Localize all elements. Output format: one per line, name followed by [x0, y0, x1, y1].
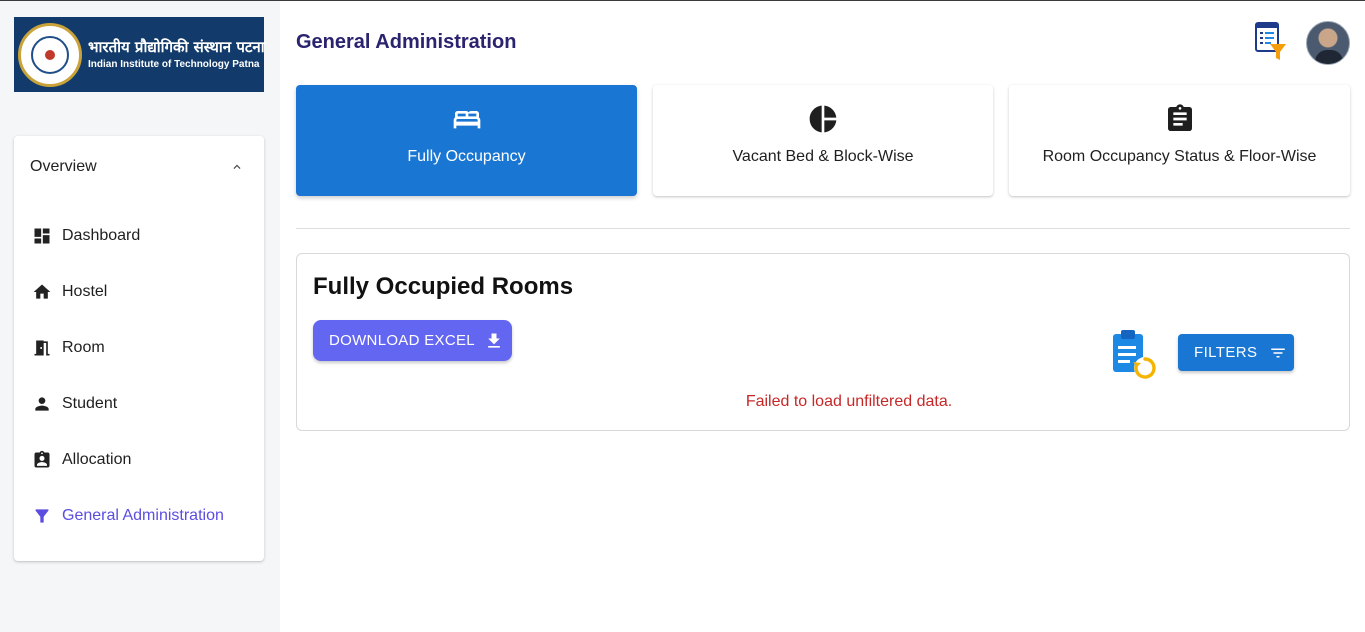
institute-name-hindi: भारतीय प्रौद्योगिकी संस्थान पटना [88, 37, 265, 56]
download-excel-label: DOWNLOAD EXCEL [329, 332, 475, 349]
sidebar-item-label: General Administration [62, 507, 224, 524]
download-excel-button[interactable]: DOWNLOAD EXCEL [313, 320, 512, 361]
sidebar-item-label: Hostel [62, 283, 108, 300]
person-icon [32, 394, 52, 414]
sidebar-item-general-administration[interactable]: General Administration [14, 496, 264, 536]
page-title: General Administration [296, 31, 517, 53]
institute-logo[interactable]: भारतीय प्रौद्योगिकी संस्थान पटना Indian … [14, 17, 265, 92]
tab-fully-occupancy[interactable]: Fully Occupancy [296, 85, 637, 196]
chevron-up-icon[interactable] [230, 160, 244, 174]
clipboard-icon [1167, 104, 1192, 131]
sidebar-item-label: Room [62, 339, 105, 356]
tab-label: Fully Occupancy [407, 148, 526, 165]
fully-occupied-rooms-panel: Fully Occupied Rooms DOWNLOAD EXCEL FILT… [296, 253, 1350, 431]
filter-icon [32, 506, 52, 526]
tab-room-occupancy-floor-wise[interactable]: Room Occupancy Status & Floor-Wise [1009, 85, 1350, 196]
door-icon [32, 338, 52, 358]
panel-title: Fully Occupied Rooms [313, 273, 574, 300]
sidebar-item-hostel[interactable]: Hostel [14, 272, 264, 312]
pie-chart-icon [809, 105, 837, 133]
sidebar: भारतीय प्रौद्योगिकी संस्थान पटना Indian … [0, 1, 280, 632]
bed-icon [453, 111, 480, 129]
filter-list-icon [1271, 348, 1286, 357]
institute-name-english: Indian Institute of Technology Patna [88, 58, 260, 70]
user-avatar[interactable] [1306, 21, 1350, 65]
dashboard-icon [32, 226, 52, 246]
download-icon [488, 333, 500, 348]
sidebar-item-dashboard[interactable]: Dashboard [14, 216, 264, 256]
filters-button[interactable]: FILTERS [1178, 334, 1294, 371]
sidebar-item-label: Student [62, 395, 118, 412]
sidebar-item-allocation[interactable]: Allocation [14, 440, 264, 480]
logo-text: भारतीय प्रौद्योगिकी संस्थान पटना Indian … [88, 37, 265, 73]
sidebar-item-room[interactable]: Room [14, 328, 264, 368]
error-message: Failed to load unfiltered data. [745, 393, 953, 410]
assignment-ind-icon [32, 450, 52, 470]
sidebar-item-label: Dashboard [62, 227, 141, 244]
report-filter-icon[interactable] [1254, 22, 1288, 62]
tab-label: Vacant Bed & Block-Wise [732, 148, 914, 165]
nav-menu: Overview Dashboard Hostel Room Student A… [14, 136, 264, 561]
sidebar-item-student[interactable]: Student [14, 384, 264, 424]
sidebar-item-label: Allocation [62, 451, 132, 468]
filters-label: FILTERS [1194, 344, 1258, 361]
tab-label: Room Occupancy Status & Floor-Wise [1042, 148, 1317, 165]
section-divider [296, 228, 1350, 229]
reset-filters-icon[interactable] [1109, 328, 1159, 382]
tab-vacant-bed-block-wise[interactable]: Vacant Bed & Block-Wise [653, 85, 993, 196]
institute-emblem-icon [18, 22, 82, 87]
nav-section-overview[interactable]: Overview [30, 158, 97, 176]
home-icon [32, 282, 52, 302]
